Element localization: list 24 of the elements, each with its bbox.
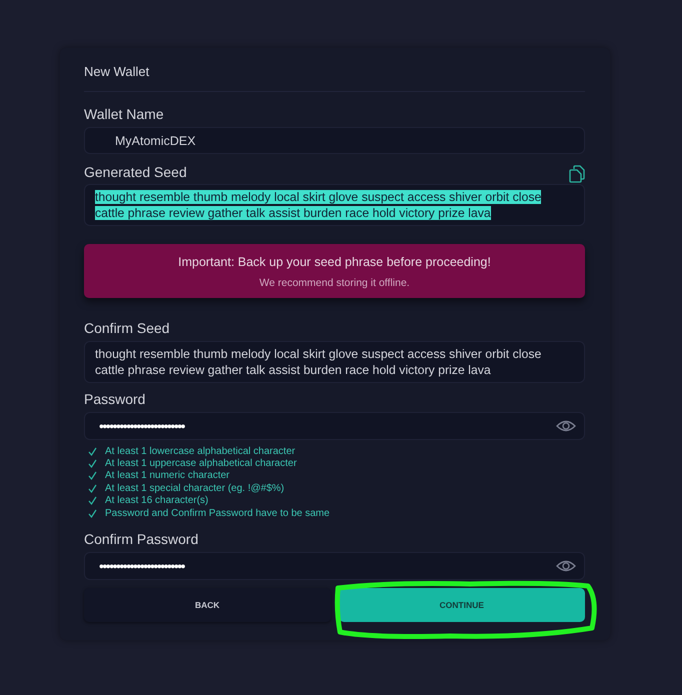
eye-icon[interactable] [556, 420, 576, 432]
continue-button[interactable]: CONTINUE [338, 588, 585, 622]
field-label: Wallet Name [84, 106, 165, 122]
generated-seed-field[interactable]: thought resemble thumb melody local skirt glove suspect access shiver orbit close cattle phrase review gather talk assist burden race hold victory prize lava [84, 184, 585, 226]
field-label: Generated Seed [84, 164, 187, 180]
warning-message: We recommend storing it offline. [258, 277, 411, 289]
field-label: Confirm Password [84, 531, 200, 548]
requirement-text: Password and Confirm Password have to be same [105, 508, 330, 519]
requirement-text: At least 1 special character (eg. !@#$%) [105, 482, 284, 494]
requirement-text: At least 16 character(s) [105, 495, 208, 506]
copy-icon[interactable] [569, 165, 585, 183]
password-field[interactable]: ••••••••••••••••••••••••• [84, 412, 585, 440]
confirm-seed-field[interactable]: thought resemble thumb melody local skirt glove suspect access shiver orbit close cattle phrase review gather talk assist burden race hold victory prize lava [84, 341, 585, 383]
warning-title: Important: Back up your seed phrase before proceeding! [177, 255, 492, 269]
requirement-text: At least 1 lowercase alphabetical character [105, 446, 296, 457]
confirm-password-field[interactable]: ••••••••••••••••••••••••• [84, 552, 585, 580]
requirement-text: At least 1 numeric character [105, 470, 230, 482]
back-button[interactable]: BACK [84, 588, 330, 622]
field-label: Confirm Seed [84, 320, 171, 336]
wallet-name-field[interactable]: MyAtomicDEX [84, 127, 585, 154]
eye-icon[interactable] [556, 560, 576, 572]
requirement-text: At least 1 uppercase alphabetical character [105, 458, 297, 470]
card-title: New Wallet [84, 64, 150, 79]
field-label: Password [84, 391, 146, 407]
